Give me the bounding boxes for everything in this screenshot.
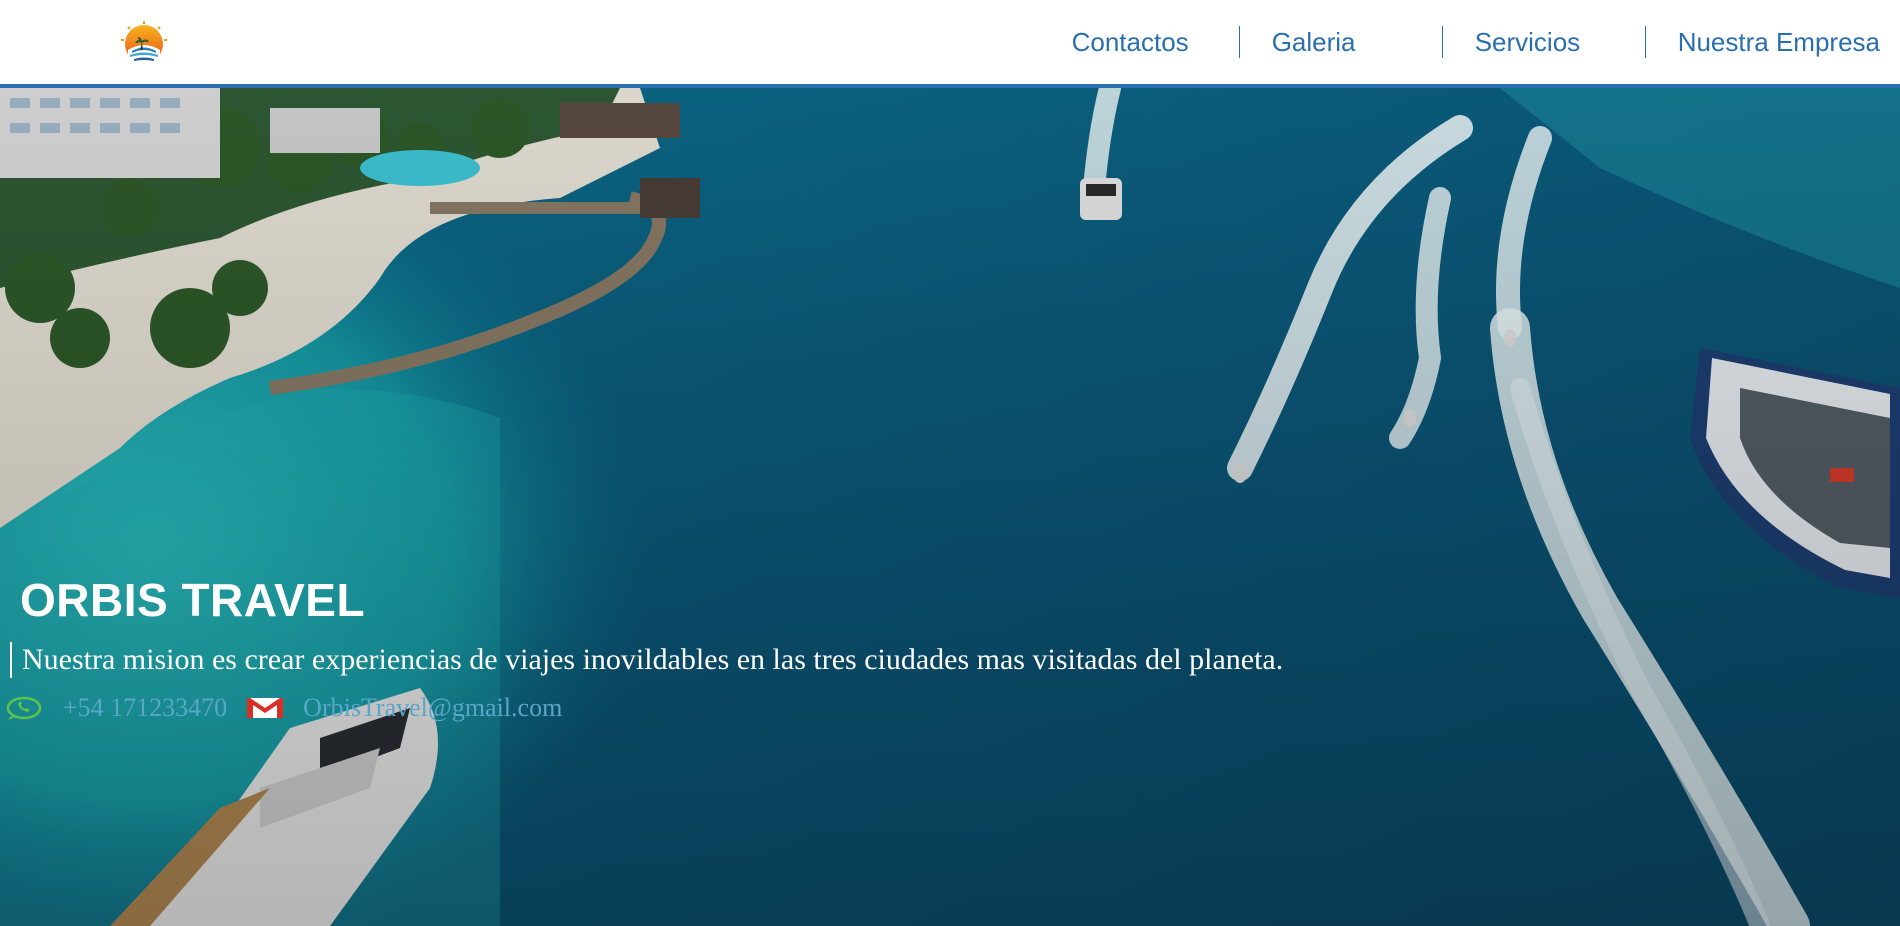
hero-section: ORBIS TRAVEL Nuestra mision es crear exp… [0,88,1900,926]
nav-galeria[interactable]: Galeria [1238,26,1442,58]
site-header: Contactos Galeria Servicios Nuestra Empr… [0,0,1900,88]
nav-contactos[interactable]: Contactos [1072,26,1239,58]
gmail-icon[interactable] [247,698,284,718]
hero-title: ORBIS TRAVEL [20,574,366,626]
hero-mission-text: Nuestra mision es crear experiencias de … [10,642,1283,678]
hero-background-image [0,88,1900,926]
sunset-island-logo-icon[interactable] [120,20,168,68]
whatsapp-icon[interactable] [5,696,43,720]
nav-servicios[interactable]: Servicios [1441,26,1645,58]
nav-nuestra-empresa[interactable]: Nuestra Empresa [1644,26,1900,58]
phone-number[interactable]: +54 171233470 [63,693,227,723]
contact-info: +54 171233470 OrbisTravel@gmail.com [5,692,562,724]
email-link[interactable]: OrbisTravel@gmail.com [303,693,562,723]
main-nav: Contactos Galeria Servicios Nuestra Empr… [1072,0,1900,84]
